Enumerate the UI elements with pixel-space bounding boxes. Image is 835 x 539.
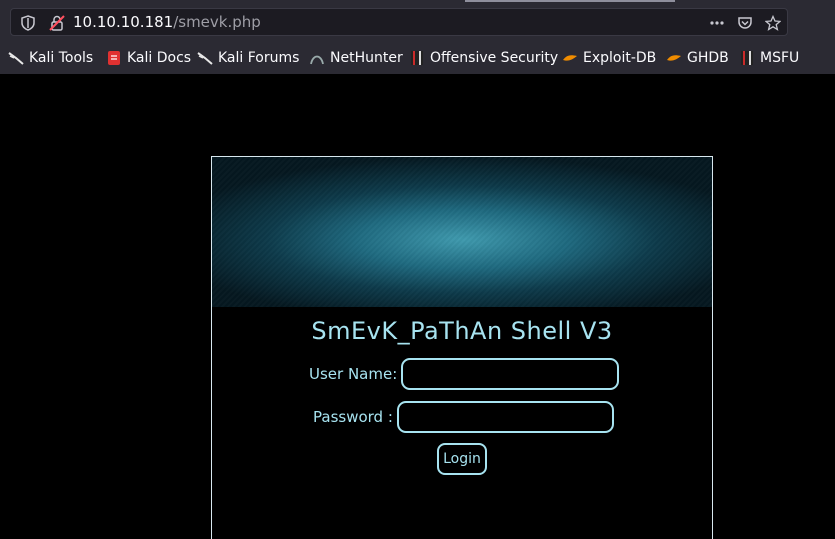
bookmark-ghdb[interactable]: GHDB — [666, 48, 729, 68]
password-input[interactable] — [396, 401, 614, 433]
username-label: User Name: — [309, 365, 398, 383]
star-bookmark-icon[interactable] — [765, 15, 781, 31]
url-text[interactable]: 10.10.10.181/smevk.php — [73, 13, 261, 31]
bookmark-exploit-db[interactable]: Exploit-DB — [562, 48, 656, 68]
password-label: Password : — [313, 408, 393, 426]
exploitdb-icon — [667, 55, 681, 61]
bookmark-label: NetHunter — [330, 50, 403, 66]
offsec-icon — [411, 51, 423, 65]
banner-image — [212, 157, 712, 307]
shield-icon[interactable] — [21, 15, 35, 31]
offsec-icon — [741, 51, 753, 65]
bookmark-label: Kali Docs — [127, 50, 192, 66]
bookmark-kali-tools[interactable]: Kali Tools — [8, 48, 93, 68]
bookmark-kali-forums[interactable]: Kali Forums — [197, 48, 299, 68]
login-button[interactable]: Login — [437, 443, 487, 475]
kali-dragon-icon — [197, 52, 213, 65]
page-title: SmEvK_PaThAn Shell V3 — [311, 317, 613, 345]
tab-indicator — [465, 0, 675, 2]
bookmark-label: Exploit-DB — [583, 50, 657, 66]
bookmark-label: GHDB — [687, 50, 729, 66]
bookmark-offensive-security[interactable]: Offensive Security — [409, 48, 558, 68]
more-actions-icon[interactable] — [709, 15, 725, 31]
bookmark-label: MSFU — [760, 50, 800, 66]
bookmark-label: Kali Forums — [218, 50, 300, 66]
password-row: Password : — [313, 401, 614, 433]
nethunter-icon — [310, 55, 324, 65]
url-host: 10.10.10.181 — [73, 13, 174, 31]
browser-toolbar: 10.10.10.181/smevk.php — [0, 0, 835, 42]
bookmark-kali-docs[interactable]: Kali Docs — [106, 48, 191, 68]
bookmark-label: Offensive Security — [430, 50, 559, 66]
page-content: SmEvK_PaThAn Shell V3 User Name: Passwor… — [0, 74, 835, 539]
bookmark-label: Kali Tools — [29, 50, 94, 66]
exploitdb-icon — [563, 55, 577, 61]
kali-dragon-icon — [8, 52, 24, 65]
page-actions — [709, 13, 781, 33]
bookmark-nethunter[interactable]: NetHunter — [309, 48, 403, 68]
url-path: /smevk.php — [173, 13, 261, 31]
kali-docs-icon — [108, 51, 120, 65]
username-input[interactable] — [401, 358, 620, 390]
bookmark-msfu[interactable]: MSFU — [739, 48, 799, 68]
insecure-lock-icon[interactable] — [49, 14, 65, 32]
url-bar[interactable]: 10.10.10.181/smevk.php — [10, 8, 788, 36]
username-row: User Name: — [309, 358, 620, 390]
pocket-icon[interactable] — [737, 15, 753, 31]
bookmarks-toolbar: Kali Tools Kali Docs Kali Forums NetHunt… — [0, 42, 835, 74]
login-panel: SmEvK_PaThAn Shell V3 User Name: Passwor… — [211, 156, 713, 539]
